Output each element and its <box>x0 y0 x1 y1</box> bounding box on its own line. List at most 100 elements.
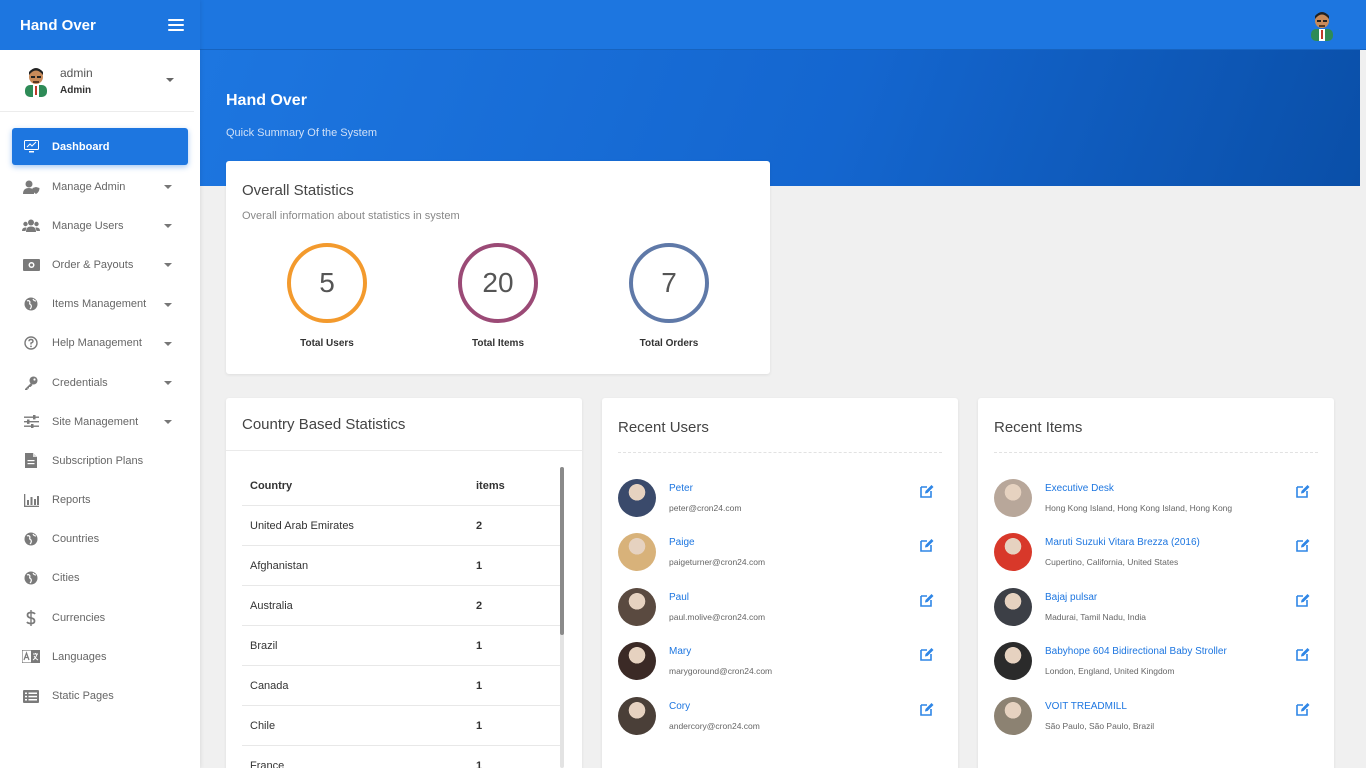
count-cell: 1 <box>476 639 483 652</box>
chevron-down-icon <box>164 341 172 346</box>
count-cell: 2 <box>476 599 483 612</box>
card-title: Recent Items <box>994 419 1083 436</box>
item-name-link[interactable]: Maruti Suzuki Vitara Brezza (2016) <box>1045 537 1200 548</box>
item-list-item: Executive Desk Hong Kong Island, Hong Kon… <box>994 478 1318 518</box>
user-thumbnail <box>618 696 656 735</box>
sidebar-item-languages[interactable]: Languages <box>0 637 200 676</box>
user-profile-dropdown[interactable]: admin Admin <box>0 50 194 112</box>
sidebar-item-items-management[interactable]: Items Management <box>0 285 200 324</box>
column-header: Country <box>250 479 293 492</box>
sidebar-item-reports[interactable]: Reports <box>0 481 200 520</box>
item-name-link[interactable]: VOIT TREADMILL <box>1045 701 1154 712</box>
item-name-link[interactable]: Executive Desk <box>1045 483 1232 494</box>
sidebar-item-manage-users[interactable]: Manage Users <box>0 206 200 245</box>
sidebar-item-static-pages[interactable]: Static Pages <box>0 676 200 715</box>
key-icon <box>22 374 40 392</box>
item-detail: Cupertino, California, United States <box>1045 557 1179 568</box>
stat-total-users: 5 Total Users <box>267 243 387 349</box>
edit-icon[interactable] <box>920 538 934 553</box>
menu-toggle-icon[interactable] <box>168 19 184 31</box>
user-name-link[interactable]: Paige <box>669 537 765 548</box>
sidebar-item-label: Reports <box>52 494 91 507</box>
card-title: Country Based Statistics <box>242 416 406 433</box>
country-cell: Brazil <box>250 639 278 652</box>
sidebar-item-site-management[interactable]: Site Management <box>0 402 200 441</box>
stat-label: Total Users <box>300 338 354 349</box>
table-header-row: Country items <box>242 466 562 506</box>
stat-ring: 7 <box>629 243 709 323</box>
table-row: Afghanistan 1 <box>242 546 562 586</box>
user-list-item: Paige paigeturner@cron24.com <box>618 532 942 572</box>
top-bar <box>200 0 1366 50</box>
sidebar-item-manage-admin[interactable]: Manage Admin <box>0 167 200 206</box>
edit-icon[interactable] <box>1296 647 1310 661</box>
stat-ring: 5 <box>287 243 367 323</box>
user-name-link[interactable]: Cory <box>669 701 760 712</box>
user-list-item: Mary marygoround@cron24.com <box>618 641 942 681</box>
count-cell: 1 <box>476 559 483 572</box>
stat-value: 20 <box>482 267 514 298</box>
user-thumbnail <box>618 533 656 572</box>
edit-icon[interactable] <box>1296 702 1310 716</box>
edit-icon[interactable] <box>920 593 934 607</box>
item-thumbnail <box>994 642 1032 681</box>
country-cell: Afghanistan <box>250 559 309 572</box>
divider <box>994 452 1318 453</box>
item-name-link[interactable]: Babyhope 604 Bidirectional Baby Stroller <box>1045 646 1227 657</box>
edit-icon[interactable] <box>1296 538 1310 553</box>
profile-avatar[interactable] <box>1308 9 1336 41</box>
sidebar-item-subscription-plans[interactable]: Subscription Plans <box>0 441 200 480</box>
user-detail: marygoround@cron24.com <box>669 666 773 677</box>
divider <box>226 450 582 451</box>
table-row: Australia 2 <box>242 586 562 626</box>
chevron-down-icon <box>166 78 174 82</box>
sidebar-item-dashboard[interactable]: Dashboard <box>12 128 188 165</box>
sidebar-item-label: Dashboard <box>52 140 110 153</box>
user-name-link[interactable]: Mary <box>669 646 772 657</box>
user-thumbnail <box>618 642 656 681</box>
stat-value: 5 <box>319 267 335 298</box>
table-row: Chile 1 <box>242 706 562 746</box>
user-thumbnail <box>618 479 656 517</box>
stat-total-orders: 7 Total Orders <box>609 243 729 349</box>
sidebar-menu: Dashboard Manage Admin Manage Users Order &… <box>0 112 200 716</box>
overall-statistics-card: Overall Statistics Overall information a… <box>226 161 770 374</box>
count-cell: 1 <box>476 679 483 692</box>
user-detail: paul.molive@cron24.com <box>669 611 766 622</box>
column-header: items <box>476 479 505 492</box>
brand-name[interactable]: Hand Over <box>20 17 96 34</box>
divider <box>618 452 942 453</box>
edit-icon[interactable] <box>1296 484 1310 498</box>
edit-icon[interactable] <box>920 702 934 716</box>
chevron-down-icon <box>164 380 172 385</box>
item-name-link[interactable]: Bajaj pulsar <box>1045 592 1146 603</box>
edit-icon[interactable] <box>920 647 934 661</box>
user-name-link[interactable]: Paul <box>669 592 765 603</box>
sidebar-item-credentials[interactable]: Credentials <box>0 363 200 402</box>
globe-icon <box>22 530 40 548</box>
sidebar-item-label: Manage Users <box>52 219 124 232</box>
sliders-icon <box>22 413 40 431</box>
file-icon <box>22 452 40 470</box>
sidebar-item-help-management[interactable]: Help Management <box>0 324 200 363</box>
sidebar-item-cities[interactable]: Cities <box>0 559 200 598</box>
edit-icon[interactable] <box>920 484 934 498</box>
edit-icon[interactable] <box>1296 593 1310 607</box>
scrollbar-thumb[interactable] <box>560 467 564 635</box>
country-cell: Chile <box>250 719 276 732</box>
sidebar-item-currencies[interactable]: Currencies <box>0 598 200 637</box>
dollar-icon <box>22 609 40 627</box>
user-list-item: Paul paul.molive@cron24.com <box>618 587 942 627</box>
country-cell: Canada <box>250 679 289 692</box>
stat-total-items: 20 Total Items <box>438 243 558 349</box>
page-subtitle: Quick Summary Of the System <box>226 127 377 139</box>
sidebar-item-countries[interactable]: Countries <box>0 520 200 559</box>
sidebar-item-order-payouts[interactable]: Order & Payouts <box>0 245 200 284</box>
table-row: United Arab Emirates 2 <box>242 506 562 546</box>
page-title: Hand Over <box>226 92 307 109</box>
table-scrollbar[interactable] <box>560 467 564 768</box>
language-icon <box>22 648 40 666</box>
user-name-link[interactable]: Peter <box>669 483 741 494</box>
user-shield-icon <box>22 178 40 196</box>
sidebar-item-label: Order & Payouts <box>52 258 134 271</box>
